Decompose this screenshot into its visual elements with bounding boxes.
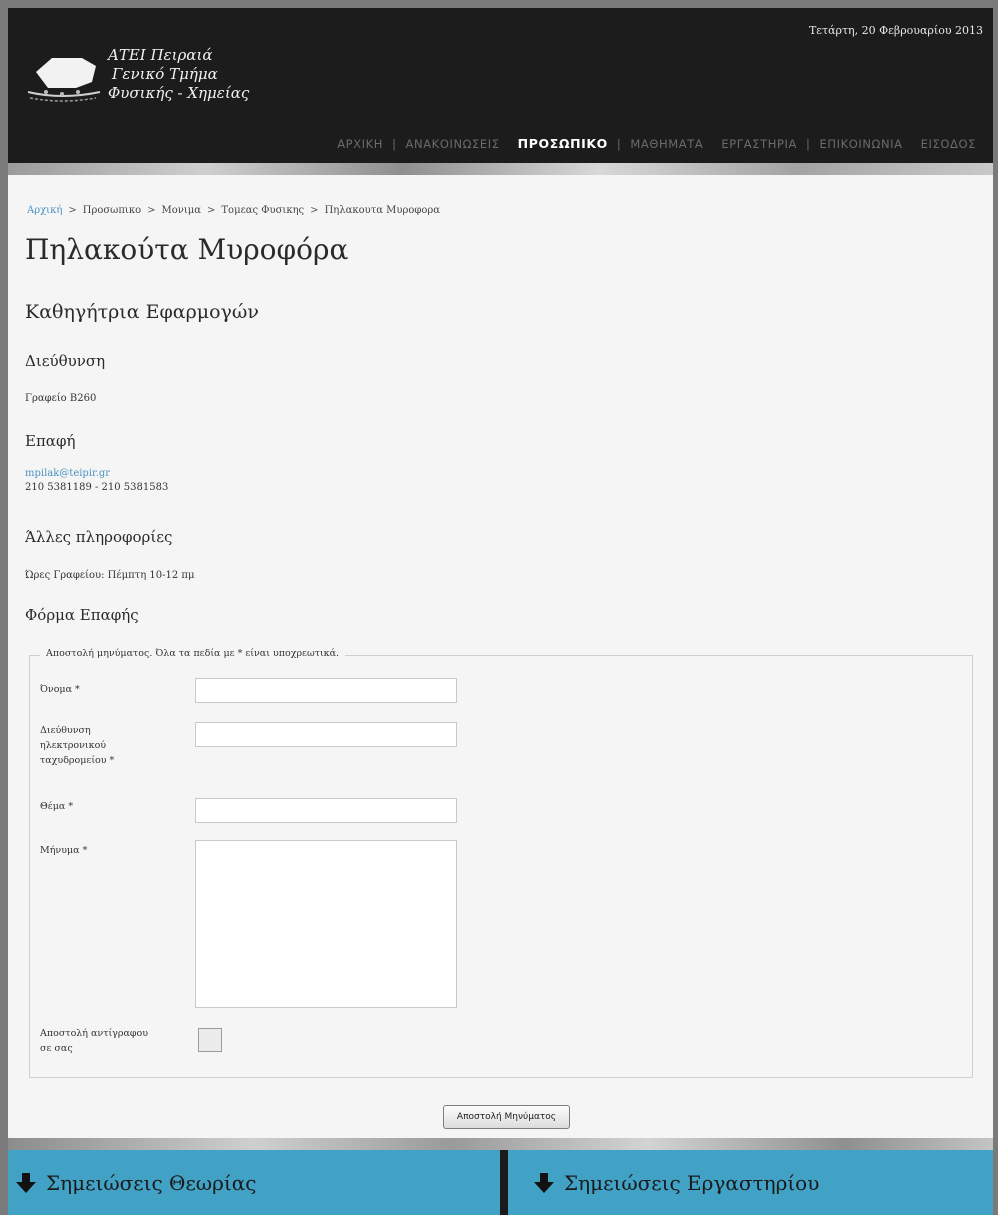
- page-title: Πηλακούτα Μυροφόρα: [25, 233, 349, 266]
- email-label-line-2: ηλεκτρονικού: [40, 740, 107, 751]
- nav-item-labs[interactable]: ΕΡΓΑΣΤΗΡΙΑ: [712, 137, 806, 151]
- phone-numbers: 210 5381189 - 210 5381583: [25, 482, 169, 493]
- current-date: Τετάρτη, 20 Φεβρουαρίου 2013: [808, 24, 983, 37]
- subject-label: Θέμα *: [40, 801, 74, 812]
- send-copy-checkbox[interactable]: [198, 1028, 222, 1052]
- nav-item-courses[interactable]: ΜΑΘΗΜΑΤΑ: [621, 137, 712, 151]
- breadcrumb-item-physics[interactable]: Τομεας Φυσικης: [221, 205, 304, 216]
- contact-heading: Επαφή: [25, 432, 76, 450]
- ship-logo-icon[interactable]: [22, 48, 104, 106]
- email-label: Διεύθυνση ηλεκτρονικού ταχυδρομείου *: [40, 723, 114, 768]
- theory-notes-label: Σημειώσεις Θεωρίας: [46, 1170, 257, 1195]
- breadcrumb-item-staff[interactable]: Προσωπικο: [83, 205, 141, 216]
- email-link[interactable]: mpilak@teipir.gr: [25, 467, 168, 481]
- theory-notes-link[interactable]: Σημειώσεις Θεωρίας: [8, 1150, 500, 1215]
- send-message-button[interactable]: Αποστολή Μηνύματος: [443, 1105, 570, 1129]
- main-nav: ΑΡΧΙΚΗ | ΑΝΑΚΟΙΝΩΣΕΙΣ ΠΡΟΣΩΠΙΚΟ | ΜΑΘΗΜΑ…: [328, 136, 985, 151]
- email-label-line-3: ταχυδρομείου *: [40, 755, 115, 766]
- breadcrumb-arrow-icon: >: [207, 205, 216, 216]
- footer-stone-band: [8, 1138, 993, 1150]
- email-input[interactable]: [195, 722, 457, 747]
- copy-label: Αποστολή αντίγραφου σε σας: [40, 1026, 148, 1056]
- other-info-heading: Άλλες πληροφορίες: [25, 528, 173, 546]
- logo-line-3: Φυσικής - Χημείας: [108, 84, 250, 102]
- subject-input[interactable]: [195, 798, 457, 823]
- contact-form: Αποστολή μηνύματος. Όλα τα πεδία με * εί…: [29, 648, 973, 1078]
- contact-form-heading: Φόρμα Επαφής: [25, 606, 139, 624]
- site-header: Τετάρτη, 20 Φεβρουαρίου 2013 ΑΤΕΙ Πειραι…: [8, 8, 993, 163]
- message-label: Μήνυμα *: [40, 845, 88, 856]
- form-legend: Αποστολή μηνύματος. Όλα τα πεδία με * εί…: [40, 648, 346, 659]
- breadcrumb-item-permanent[interactable]: Μονιμα: [161, 205, 201, 216]
- breadcrumb-arrow-icon: >: [147, 205, 156, 216]
- name-input[interactable]: [195, 678, 457, 703]
- logo-line-1: ΑΤΕΙ Πειραιά: [108, 46, 213, 64]
- nav-item-contact[interactable]: ΕΠΙΚΟΙΝΩΝΙΑ: [810, 137, 911, 151]
- name-label: Όνομα *: [40, 684, 80, 695]
- message-textarea[interactable]: [195, 840, 457, 1008]
- nav-item-login[interactable]: ΕΙΣΟΔΟΣ: [912, 137, 985, 151]
- person-rank: Καθηγήτρια Εφαρμογών: [25, 301, 259, 323]
- breadcrumb-arrow-icon: >: [310, 205, 319, 216]
- contact-info: mpilak@teipir.gr 210 5381189 - 210 53815…: [25, 467, 168, 495]
- arrow-down-icon: [534, 1172, 554, 1193]
- header-stone-band: [8, 163, 993, 175]
- nav-item-announcements[interactable]: ΑΝΑΚΟΙΝΩΣΕΙΣ: [397, 137, 509, 151]
- lab-notes-link[interactable]: Σημειώσεις Εργαστηρίου: [508, 1150, 993, 1215]
- breadcrumb-arrow-icon: >: [68, 205, 77, 216]
- copy-label-line-1: Αποστολή αντίγραφου: [40, 1028, 149, 1039]
- address-text: Γραφείο Β260: [25, 393, 97, 404]
- logo-line-2: Γενικό Τμήμα: [112, 65, 218, 83]
- breadcrumb-home-link[interactable]: Αρχική: [27, 205, 62, 216]
- breadcrumb: Αρχική > Προσωπικο > Μονιμα > Τομεας Φυσικης > Π…: [27, 205, 440, 216]
- arrow-down-icon: [16, 1172, 36, 1193]
- lab-notes-label: Σημειώσεις Εργαστηρίου: [564, 1170, 820, 1195]
- address-heading: Διεύθυνση: [25, 352, 106, 370]
- breadcrumb-current: Πηλακουτα Μυροφορα: [324, 205, 441, 216]
- office-hours: Ώρες Γραφείου: Πέμπτη 10-12 πμ: [25, 570, 195, 581]
- site-logo-text[interactable]: ΑΤΕΙ Πειραιά Γενικό Τμήμα Φυσικής - Χημε…: [108, 46, 249, 103]
- copy-label-line-2: σε σας: [40, 1043, 73, 1054]
- page-frame: Τετάρτη, 20 Φεβρουαρίου 2013 ΑΤΕΙ Πειραι…: [8, 8, 993, 1215]
- email-label-line-1: Διεύθυνση: [40, 725, 91, 736]
- notes-divider: [500, 1150, 508, 1215]
- nav-item-staff[interactable]: ΠΡΟΣΩΠΙΚΟ: [509, 136, 617, 151]
- nav-item-home[interactable]: ΑΡΧΙΚΗ: [328, 137, 392, 151]
